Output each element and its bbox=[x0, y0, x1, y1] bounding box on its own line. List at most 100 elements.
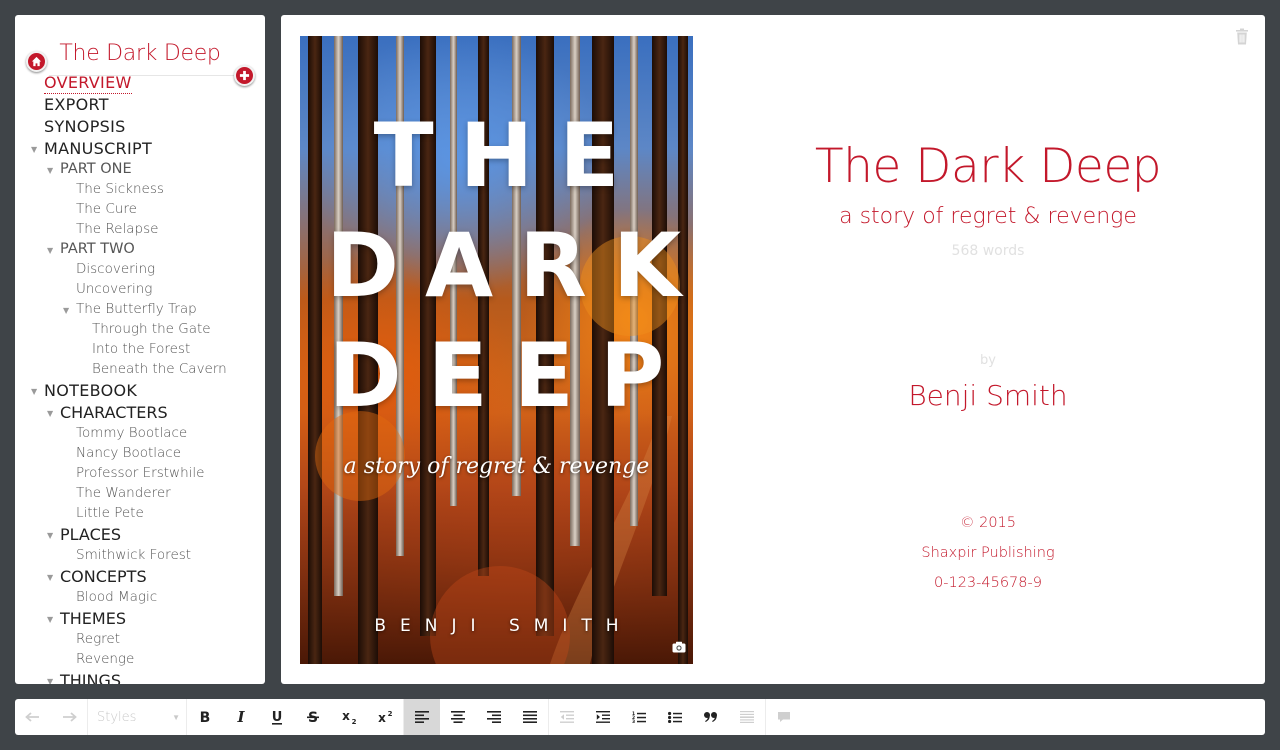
book-cover-image[interactable]: THE DARK DEEP a story of regret & reveng… bbox=[300, 36, 693, 664]
copyright[interactable]: © 2015 bbox=[751, 515, 1225, 531]
expand-triangle-icon[interactable]: ▼ bbox=[63, 306, 69, 315]
tree-item[interactable]: SYNOPSIS bbox=[44, 117, 126, 136]
bullet-list-button[interactable] bbox=[657, 699, 693, 735]
superscript-button[interactable]: x 2 bbox=[367, 699, 403, 735]
svg-text:I: I bbox=[236, 710, 245, 724]
redo-button[interactable] bbox=[51, 699, 87, 735]
tree-item[interactable]: Tommy Bootlace bbox=[76, 425, 187, 441]
subscript-button[interactable]: x 2 bbox=[331, 699, 367, 735]
styles-dropdown[interactable]: Styles ▼ bbox=[88, 699, 186, 735]
tree-item[interactable]: CHARACTERS bbox=[60, 403, 168, 422]
author-name[interactable]: Benji Smith bbox=[751, 379, 1225, 412]
tree-item[interactable]: Discovering bbox=[76, 261, 155, 277]
align-right-icon bbox=[487, 711, 501, 723]
tree-item[interactable]: Blood Magic bbox=[76, 589, 157, 605]
book-subtitle[interactable]: a story of regret & revenge bbox=[751, 204, 1225, 229]
tree-item[interactable]: Professor Erstwhile bbox=[76, 465, 204, 481]
horizontal-rule-button[interactable] bbox=[729, 699, 765, 735]
comment-icon bbox=[778, 712, 790, 722]
chevron-down-icon: ▼ bbox=[172, 712, 180, 722]
cover-title-line-2: DARK bbox=[326, 214, 693, 317]
outdent-icon bbox=[560, 711, 574, 723]
svg-text:3: 3 bbox=[632, 719, 635, 723]
trash-icon[interactable] bbox=[1235, 28, 1249, 45]
add-item-button[interactable] bbox=[234, 65, 255, 86]
tree-item[interactable]: The Relapse bbox=[76, 221, 158, 237]
expand-triangle-icon[interactable]: ▼ bbox=[47, 615, 53, 624]
publisher[interactable]: Shaxpir Publishing bbox=[751, 545, 1225, 561]
tree-item[interactable]: Nancy Bootlace bbox=[76, 445, 181, 461]
tree-item[interactable]: EXPORT bbox=[44, 95, 109, 114]
align-justify-button[interactable] bbox=[512, 699, 548, 735]
redo-icon bbox=[63, 712, 77, 722]
cover-author: BENJI SMITH bbox=[374, 616, 633, 636]
expand-triangle-icon[interactable]: ▼ bbox=[47, 573, 53, 582]
svg-text:B: B bbox=[200, 710, 211, 724]
tree-item[interactable]: The Cure bbox=[76, 201, 137, 217]
expand-triangle-icon[interactable]: ▼ bbox=[47, 531, 53, 540]
tree-item[interactable]: NOTEBOOK bbox=[44, 381, 137, 400]
expand-triangle-icon[interactable]: ▼ bbox=[31, 387, 37, 396]
word-count: 568 words bbox=[951, 243, 1025, 259]
cover-title-line-3: DEEP bbox=[328, 324, 691, 427]
quote-icon bbox=[704, 712, 717, 722]
tree-item[interactable]: THINGS bbox=[60, 671, 121, 684]
tree-item[interactable]: Into the Forest bbox=[92, 341, 190, 357]
undo-button[interactable] bbox=[15, 699, 51, 735]
outdent-button[interactable] bbox=[549, 699, 585, 735]
expand-triangle-icon[interactable]: ▼ bbox=[31, 145, 37, 154]
blockquote-button[interactable] bbox=[693, 699, 729, 735]
camera-icon[interactable] bbox=[672, 641, 686, 653]
expand-triangle-icon[interactable]: ▼ bbox=[47, 246, 53, 255]
bold-button[interactable]: B bbox=[187, 699, 223, 735]
comment-button[interactable] bbox=[766, 699, 802, 735]
tree-item[interactable]: Little Pete bbox=[76, 505, 144, 521]
align-left-button[interactable] bbox=[404, 699, 440, 735]
tree-item[interactable]: THEMES bbox=[60, 609, 126, 628]
tree-item[interactable]: Regret bbox=[76, 631, 120, 647]
book-title[interactable]: The Dark Deep bbox=[751, 139, 1225, 194]
by-label: by bbox=[980, 353, 996, 368]
home-button[interactable] bbox=[26, 51, 47, 72]
plus-icon bbox=[239, 70, 250, 81]
tree-item[interactable]: PART ONE bbox=[60, 161, 132, 177]
expand-triangle-icon[interactable]: ▼ bbox=[47, 166, 53, 175]
bold-icon: B bbox=[200, 710, 211, 724]
align-right-button[interactable] bbox=[476, 699, 512, 735]
tree-item[interactable]: OVERVIEW bbox=[44, 73, 132, 94]
tree-item[interactable]: Uncovering bbox=[76, 281, 152, 297]
tree-item[interactable]: Revenge bbox=[76, 651, 134, 667]
home-icon bbox=[31, 56, 42, 67]
superscript-icon: x 2 bbox=[378, 710, 392, 724]
italic-icon: I bbox=[236, 710, 245, 724]
align-center-button[interactable] bbox=[440, 699, 476, 735]
tree-item[interactable]: The Wanderer bbox=[76, 485, 171, 501]
tree-item[interactable]: The Butterfly Trap bbox=[76, 301, 197, 317]
indent-button[interactable] bbox=[585, 699, 621, 735]
expand-triangle-icon[interactable]: ▼ bbox=[47, 677, 53, 684]
subscript-icon: x 2 bbox=[342, 710, 357, 724]
isbn[interactable]: 0-123-45678-9 bbox=[751, 575, 1225, 591]
tree-item[interactable]: The Sickness bbox=[76, 181, 164, 197]
overview-pane: THE DARK DEEP a story of regret & reveng… bbox=[281, 15, 1265, 684]
tree-item[interactable]: Through the Gate bbox=[92, 321, 211, 337]
align-left-icon bbox=[415, 711, 429, 723]
numbered-list-button[interactable]: 1 2 3 bbox=[621, 699, 657, 735]
strikethrough-icon: S bbox=[307, 710, 319, 724]
tree-item[interactable]: PART TWO bbox=[60, 241, 135, 257]
expand-triangle-icon[interactable]: ▼ bbox=[47, 409, 53, 418]
tree-item[interactable]: Beneath the Cavern bbox=[92, 361, 227, 377]
italic-button[interactable]: I bbox=[223, 699, 259, 735]
underline-button[interactable]: U bbox=[259, 699, 295, 735]
tree-item[interactable]: Smithwick Forest bbox=[76, 547, 191, 563]
sidebar-title: The Dark Deep bbox=[59, 41, 221, 66]
tree-item[interactable]: MANUSCRIPT bbox=[44, 139, 152, 158]
tree-item[interactable]: PLACES bbox=[60, 525, 121, 544]
strikethrough-button[interactable]: S bbox=[295, 699, 331, 735]
svg-text:U: U bbox=[272, 710, 283, 725]
numbered-list-icon: 1 2 3 bbox=[632, 711, 646, 723]
svg-text:x: x bbox=[378, 711, 386, 724]
tree-item[interactable]: CONCEPTS bbox=[60, 567, 147, 586]
styles-placeholder: Styles bbox=[97, 709, 137, 725]
svg-text:2: 2 bbox=[352, 718, 357, 724]
